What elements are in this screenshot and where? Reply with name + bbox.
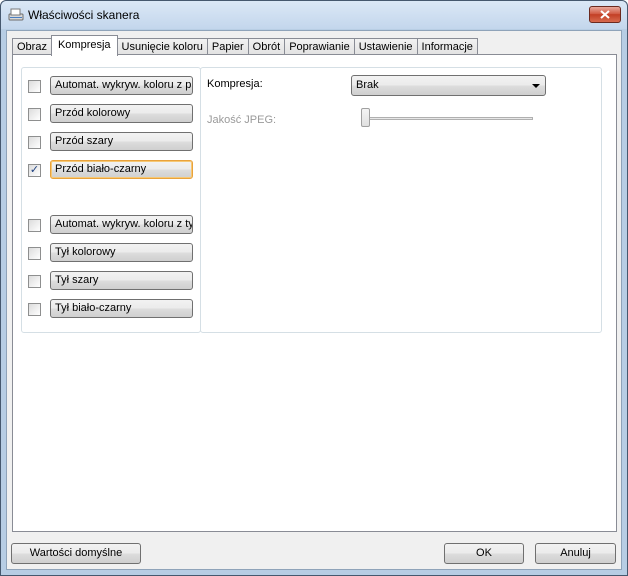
cancel-button[interactable]: Anuluj [535,543,616,564]
scanner-properties-window: Właściwości skanera Obraz Kompresja Usun… [0,0,628,576]
dialog-client-area: Obraz Kompresja Usunięcie koloru Papier … [6,30,622,570]
front-color-button[interactable]: Przód kolorowy [50,104,193,123]
close-icon [600,10,610,19]
image-type-row: Tył kolorowy [22,242,200,264]
back-bw-button[interactable]: Tył biało-czarny [50,299,193,318]
compression-select[interactable]: Brak [351,75,546,96]
back-color-checkbox[interactable] [28,247,41,260]
back-gray-checkbox[interactable] [28,275,41,288]
front-gray-button[interactable]: Przód szary [50,132,193,151]
tab-strip: Obraz Kompresja Usunięcie koloru Papier … [12,35,478,56]
front-bw-checkbox[interactable]: ✓ [28,164,41,177]
back-bw-checkbox[interactable] [28,303,41,316]
image-type-row: Przód kolorowy [22,103,200,125]
image-type-row: Tył biało-czarny [22,298,200,320]
front-bw-button[interactable]: Przód biało-czarny [50,160,193,179]
front-color-checkbox[interactable] [28,108,41,121]
image-type-row: ✓ Przód biało-czarny [22,159,200,181]
image-type-row: Automat. wykryw. koloru z przo [22,75,200,97]
compression-tab-panel: Automat. wykryw. koloru z przo Przód kol… [12,54,617,532]
front-gray-checkbox[interactable] [28,136,41,149]
back-auto-color-button[interactable]: Automat. wykryw. koloru z tyłu [50,215,193,234]
chevron-down-icon [532,84,540,88]
jpeg-quality-slider-track [363,117,533,120]
compression-settings-group: Kompresja: Brak Jakość JPEG: [200,67,602,333]
back-color-button[interactable]: Tył kolorowy [50,243,193,262]
back-gray-button[interactable]: Tył szary [50,271,193,290]
close-button[interactable] [589,6,621,23]
ok-button[interactable]: OK [444,543,524,564]
image-type-row: Tył szary [22,270,200,292]
defaults-button[interactable]: Wartości domyślne [11,543,141,564]
jpeg-quality-slider-thumb[interactable] [361,108,370,127]
image-type-row: Przód szary [22,131,200,153]
window-title: Właściwości skanera [28,8,140,22]
front-auto-color-checkbox[interactable] [28,80,41,93]
image-type-list: Automat. wykryw. koloru z przo Przód kol… [21,67,201,333]
compression-label: Kompresja: [207,78,263,90]
back-auto-color-checkbox[interactable] [28,219,41,232]
front-auto-color-button[interactable]: Automat. wykryw. koloru z przo [50,76,193,95]
image-type-row: Automat. wykryw. koloru z tyłu [22,214,200,236]
tab-kompresja[interactable]: Kompresja [50,35,118,56]
compression-value: Brak [356,79,379,91]
title-bar[interactable]: Właściwości skanera [1,1,627,29]
scanner-icon [8,7,24,23]
jpeg-quality-label: Jakość JPEG: [207,114,277,126]
checkmark-icon: ✓ [29,164,40,176]
